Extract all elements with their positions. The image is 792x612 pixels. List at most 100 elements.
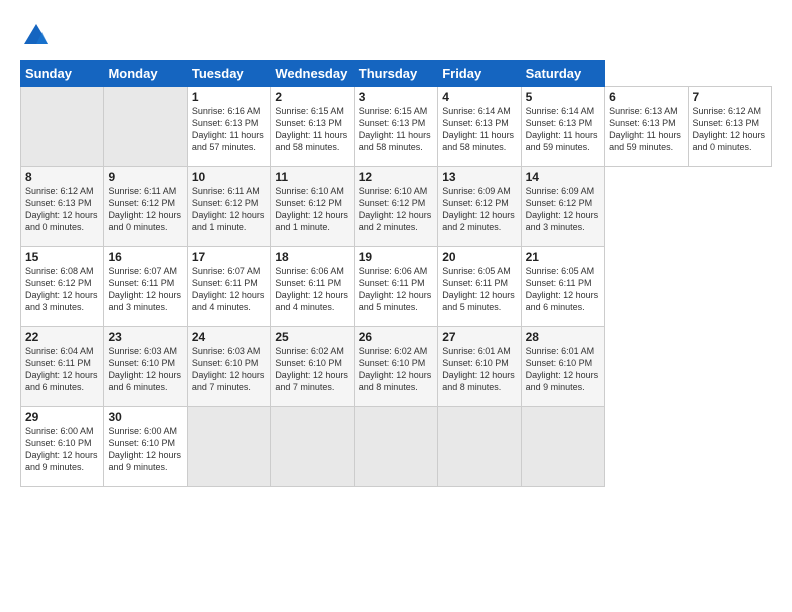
day-info: Sunrise: 6:14 AMSunset: 6:13 PMDaylight:… <box>526 105 600 154</box>
day-number: 6 <box>609 90 683 104</box>
day-info: Sunrise: 6:10 AMSunset: 6:12 PMDaylight:… <box>359 185 433 234</box>
day-info: Sunrise: 6:10 AMSunset: 6:12 PMDaylight:… <box>275 185 349 234</box>
day-info: Sunrise: 6:06 AMSunset: 6:11 PMDaylight:… <box>275 265 349 314</box>
day-cell: 21Sunrise: 6:05 AMSunset: 6:11 PMDayligh… <box>521 247 604 327</box>
day-info: Sunrise: 6:05 AMSunset: 6:11 PMDaylight:… <box>442 265 516 314</box>
day-info: Sunrise: 6:16 AMSunset: 6:13 PMDaylight:… <box>192 105 266 154</box>
day-cell: 3Sunrise: 6:15 AMSunset: 6:13 PMDaylight… <box>354 87 437 167</box>
day-cell <box>104 87 187 167</box>
day-number: 7 <box>693 90 768 104</box>
week-row-4: 29Sunrise: 6:00 AMSunset: 6:10 PMDayligh… <box>21 407 772 487</box>
day-info: Sunrise: 6:11 AMSunset: 6:12 PMDaylight:… <box>192 185 266 234</box>
day-info: Sunrise: 6:07 AMSunset: 6:11 PMDaylight:… <box>108 265 182 314</box>
day-cell: 23Sunrise: 6:03 AMSunset: 6:10 PMDayligh… <box>104 327 187 407</box>
day-cell <box>21 87 104 167</box>
day-number: 15 <box>25 250 99 264</box>
day-cell: 25Sunrise: 6:02 AMSunset: 6:10 PMDayligh… <box>271 327 354 407</box>
day-number: 16 <box>108 250 182 264</box>
day-cell: 28Sunrise: 6:01 AMSunset: 6:10 PMDayligh… <box>521 327 604 407</box>
day-info: Sunrise: 6:12 AMSunset: 6:13 PMDaylight:… <box>693 105 768 154</box>
col-header-sunday: Sunday <box>21 61 104 87</box>
day-info: Sunrise: 6:15 AMSunset: 6:13 PMDaylight:… <box>359 105 433 154</box>
day-number: 24 <box>192 330 266 344</box>
day-cell: 5Sunrise: 6:14 AMSunset: 6:13 PMDaylight… <box>521 87 604 167</box>
day-number: 3 <box>359 90 433 104</box>
day-number: 22 <box>25 330 99 344</box>
day-cell: 30Sunrise: 6:00 AMSunset: 6:10 PMDayligh… <box>104 407 187 487</box>
day-number: 2 <box>275 90 349 104</box>
day-cell: 10Sunrise: 6:11 AMSunset: 6:12 PMDayligh… <box>187 167 270 247</box>
day-number: 8 <box>25 170 99 184</box>
day-cell: 12Sunrise: 6:10 AMSunset: 6:12 PMDayligh… <box>354 167 437 247</box>
day-cell: 2Sunrise: 6:15 AMSunset: 6:13 PMDaylight… <box>271 87 354 167</box>
day-number: 29 <box>25 410 99 424</box>
col-header-thursday: Thursday <box>354 61 437 87</box>
day-number: 17 <box>192 250 266 264</box>
day-info: Sunrise: 6:14 AMSunset: 6:13 PMDaylight:… <box>442 105 516 154</box>
day-info: Sunrise: 6:05 AMSunset: 6:11 PMDaylight:… <box>526 265 600 314</box>
day-info: Sunrise: 6:00 AMSunset: 6:10 PMDaylight:… <box>25 425 99 474</box>
day-number: 30 <box>108 410 182 424</box>
week-row-3: 22Sunrise: 6:04 AMSunset: 6:11 PMDayligh… <box>21 327 772 407</box>
day-cell: 20Sunrise: 6:05 AMSunset: 6:11 PMDayligh… <box>438 247 521 327</box>
day-info: Sunrise: 6:03 AMSunset: 6:10 PMDaylight:… <box>108 345 182 394</box>
col-header-monday: Monday <box>104 61 187 87</box>
day-cell <box>187 407 270 487</box>
day-info: Sunrise: 6:01 AMSunset: 6:10 PMDaylight:… <box>442 345 516 394</box>
day-cell: 17Sunrise: 6:07 AMSunset: 6:11 PMDayligh… <box>187 247 270 327</box>
day-cell: 14Sunrise: 6:09 AMSunset: 6:12 PMDayligh… <box>521 167 604 247</box>
day-info: Sunrise: 6:06 AMSunset: 6:11 PMDaylight:… <box>359 265 433 314</box>
col-header-saturday: Saturday <box>521 61 604 87</box>
day-info: Sunrise: 6:13 AMSunset: 6:13 PMDaylight:… <box>609 105 683 154</box>
day-cell <box>438 407 521 487</box>
day-cell: 13Sunrise: 6:09 AMSunset: 6:12 PMDayligh… <box>438 167 521 247</box>
day-number: 20 <box>442 250 516 264</box>
day-cell: 18Sunrise: 6:06 AMSunset: 6:11 PMDayligh… <box>271 247 354 327</box>
week-row-0: 1Sunrise: 6:16 AMSunset: 6:13 PMDaylight… <box>21 87 772 167</box>
day-cell <box>521 407 604 487</box>
day-number: 18 <box>275 250 349 264</box>
day-cell <box>354 407 437 487</box>
day-number: 13 <box>442 170 516 184</box>
day-number: 19 <box>359 250 433 264</box>
day-cell: 1Sunrise: 6:16 AMSunset: 6:13 PMDaylight… <box>187 87 270 167</box>
day-info: Sunrise: 6:09 AMSunset: 6:12 PMDaylight:… <box>526 185 600 234</box>
day-number: 25 <box>275 330 349 344</box>
page: SundayMondayTuesdayWednesdayThursdayFrid… <box>0 0 792 612</box>
day-info: Sunrise: 6:02 AMSunset: 6:10 PMDaylight:… <box>359 345 433 394</box>
day-cell: 26Sunrise: 6:02 AMSunset: 6:10 PMDayligh… <box>354 327 437 407</box>
header-row: SundayMondayTuesdayWednesdayThursdayFrid… <box>21 61 772 87</box>
day-cell: 16Sunrise: 6:07 AMSunset: 6:11 PMDayligh… <box>104 247 187 327</box>
day-cell: 4Sunrise: 6:14 AMSunset: 6:13 PMDaylight… <box>438 87 521 167</box>
col-header-tuesday: Tuesday <box>187 61 270 87</box>
day-cell: 24Sunrise: 6:03 AMSunset: 6:10 PMDayligh… <box>187 327 270 407</box>
day-number: 14 <box>526 170 600 184</box>
day-cell: 6Sunrise: 6:13 AMSunset: 6:13 PMDaylight… <box>605 87 688 167</box>
day-number: 21 <box>526 250 600 264</box>
day-info: Sunrise: 6:15 AMSunset: 6:13 PMDaylight:… <box>275 105 349 154</box>
day-info: Sunrise: 6:01 AMSunset: 6:10 PMDaylight:… <box>526 345 600 394</box>
day-number: 27 <box>442 330 516 344</box>
day-number: 1 <box>192 90 266 104</box>
day-info: Sunrise: 6:00 AMSunset: 6:10 PMDaylight:… <box>108 425 182 474</box>
day-number: 5 <box>526 90 600 104</box>
calendar-table: SundayMondayTuesdayWednesdayThursdayFrid… <box>20 60 772 487</box>
day-info: Sunrise: 6:09 AMSunset: 6:12 PMDaylight:… <box>442 185 516 234</box>
day-cell <box>271 407 354 487</box>
day-number: 4 <box>442 90 516 104</box>
day-number: 10 <box>192 170 266 184</box>
day-cell: 9Sunrise: 6:11 AMSunset: 6:12 PMDaylight… <box>104 167 187 247</box>
day-cell: 7Sunrise: 6:12 AMSunset: 6:13 PMDaylight… <box>688 87 772 167</box>
day-cell: 11Sunrise: 6:10 AMSunset: 6:12 PMDayligh… <box>271 167 354 247</box>
header <box>20 18 772 50</box>
day-cell: 8Sunrise: 6:12 AMSunset: 6:13 PMDaylight… <box>21 167 104 247</box>
day-info: Sunrise: 6:04 AMSunset: 6:11 PMDaylight:… <box>25 345 99 394</box>
col-header-friday: Friday <box>438 61 521 87</box>
week-row-2: 15Sunrise: 6:08 AMSunset: 6:12 PMDayligh… <box>21 247 772 327</box>
day-number: 26 <box>359 330 433 344</box>
week-row-1: 8Sunrise: 6:12 AMSunset: 6:13 PMDaylight… <box>21 167 772 247</box>
logo-icon <box>22 22 50 50</box>
day-cell: 19Sunrise: 6:06 AMSunset: 6:11 PMDayligh… <box>354 247 437 327</box>
day-info: Sunrise: 6:03 AMSunset: 6:10 PMDaylight:… <box>192 345 266 394</box>
logo <box>20 22 50 50</box>
